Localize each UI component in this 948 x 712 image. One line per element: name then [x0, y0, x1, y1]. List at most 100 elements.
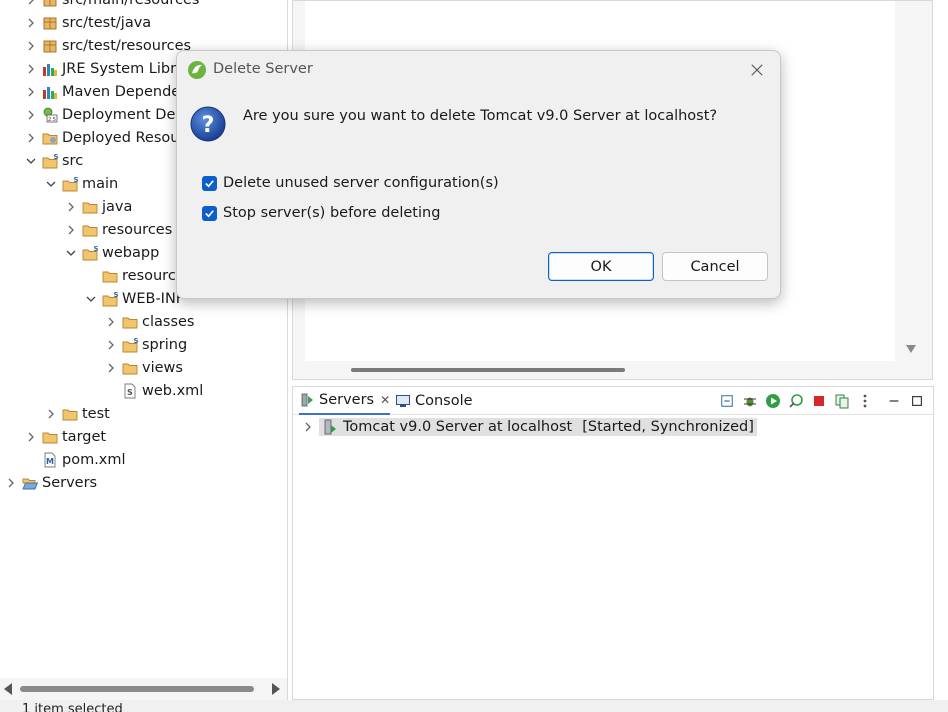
chevron-down-icon[interactable]	[44, 177, 58, 191]
minimize-icon[interactable]	[886, 393, 902, 409]
chevron-down-icon[interactable]	[84, 292, 98, 306]
tree-item-classes[interactable]: classes	[104, 310, 194, 333]
server-name: Tomcat v9.0 Server at localhost	[343, 419, 573, 435]
chevron-right-icon[interactable]	[24, 16, 38, 30]
tree-item-views[interactable]: views	[104, 356, 183, 379]
chevron-right-icon[interactable]	[64, 200, 78, 214]
svg-text:S: S	[54, 153, 59, 161]
source-folder-icon: S	[82, 245, 99, 261]
scroll-thumb[interactable]	[20, 686, 254, 692]
stop-server-icon[interactable]	[811, 393, 827, 409]
tree-item-pom-xml[interactable]: Mpom.xml	[24, 448, 126, 471]
collapse-all-icon[interactable]	[719, 393, 735, 409]
tree-item-src-main-resources[interactable]: src/main/resources	[24, 0, 199, 11]
scroll-left-arrow-icon[interactable]	[4, 683, 12, 695]
tree-item-web-xml[interactable]: Sweb.xml	[104, 379, 203, 402]
stop-server-checkbox[interactable]	[202, 205, 217, 221]
tab-servers[interactable]: Servers ✕	[299, 387, 391, 415]
chevron-right-icon[interactable]	[4, 476, 18, 490]
cancel-button[interactable]: Cancel	[662, 252, 768, 281]
deployment-descriptor-icon: 2.5	[42, 107, 58, 123]
chevron-right-icon[interactable]	[24, 39, 38, 53]
dialog-title: Delete Server	[213, 61, 313, 77]
tree-item-deployed-resou[interactable]: Deployed Resou	[24, 126, 179, 149]
debug-icon[interactable]	[742, 393, 758, 409]
folder-icon	[62, 406, 78, 422]
chevron-right-icon[interactable]	[24, 430, 38, 444]
chevron-right-icon[interactable]	[64, 223, 78, 237]
scroll-right-arrow-icon[interactable]	[272, 683, 280, 695]
chevron-right-icon[interactable]	[104, 338, 118, 352]
chevron-right-icon[interactable]	[24, 108, 38, 122]
scroll-down-arrow-icon[interactable]	[906, 345, 916, 353]
ok-button[interactable]: OK	[548, 252, 654, 281]
tree-item-jre-system-libra[interactable]: JRE System Libra	[24, 57, 185, 80]
delete-config-checkbox[interactable]	[202, 175, 217, 191]
tree-item-spring[interactable]: Sspring	[104, 333, 187, 356]
tab-console[interactable]: Console	[395, 387, 473, 415]
servers-view: Servers ✕ Console Tomcat v9.0 Server at …	[292, 386, 934, 700]
source-folder-icon: S	[62, 176, 79, 192]
tree-item-src[interactable]: Ssrc	[24, 149, 83, 172]
source-folder-icon: S	[122, 337, 139, 353]
tree-item-maven-depende[interactable]: Maven Depende	[24, 80, 180, 103]
tree-item-test[interactable]: test	[44, 402, 110, 425]
tree-item-main[interactable]: Smain	[44, 172, 118, 195]
tree-item-resources[interactable]: resources	[64, 218, 172, 241]
tree-item-resource[interactable]: resource	[84, 264, 185, 287]
chevron-down-icon[interactable]	[24, 154, 38, 168]
tree-item-src-test-java[interactable]: src/test/java	[24, 11, 151, 34]
tree-item-web-inf[interactable]: SWEB-INF	[84, 287, 184, 310]
tree-item-label: Deployed Resou	[62, 129, 180, 146]
chevron-right-icon[interactable]	[104, 361, 118, 375]
view-tab-bar: Servers ✕ Console	[293, 387, 933, 415]
server-row[interactable]: Tomcat v9.0 Server at localhost [Started…	[301, 416, 757, 438]
server-item-selected[interactable]: Tomcat v9.0 Server at localhost [Started…	[319, 418, 757, 436]
profile-icon[interactable]	[788, 393, 804, 409]
close-icon[interactable]	[746, 59, 768, 81]
chevron-right-icon[interactable]	[24, 0, 38, 7]
chevron-right-icon[interactable]	[24, 62, 38, 76]
chevron-right-icon[interactable]	[104, 315, 118, 329]
package-folder-icon	[42, 15, 58, 31]
svg-text:M: M	[46, 457, 54, 466]
chevron-right-icon[interactable]	[24, 131, 38, 145]
tree-item-target[interactable]: target	[24, 425, 106, 448]
chevron-down-icon[interactable]	[64, 246, 78, 260]
package-folder-icon	[42, 38, 58, 54]
delete-config-option[interactable]: Delete unused server configuration(s)	[202, 175, 499, 191]
tree-item-label: views	[142, 359, 183, 376]
tree-item-src-test-resources[interactable]: src/test/resources	[24, 34, 191, 57]
svg-text:2.5: 2.5	[48, 117, 56, 123]
tree-item-label: Deployment Des	[62, 106, 183, 123]
editor-horizontal-scroll-thumb[interactable]	[351, 368, 625, 372]
library-icon	[42, 84, 58, 100]
tree-item-label: src	[62, 152, 84, 169]
stop-server-option[interactable]: Stop server(s) before deleting	[202, 205, 440, 221]
start-server-icon[interactable]	[765, 393, 781, 409]
chevron-right-icon[interactable]	[44, 407, 58, 421]
tree-item-label: target	[62, 428, 107, 445]
tree-item-label: JRE System Libra	[62, 60, 185, 77]
view-menu-icon[interactable]	[857, 393, 873, 409]
tree-item-java[interactable]: java	[64, 195, 132, 218]
dialog-message: Are you sure you want to delete Tomcat v…	[243, 108, 718, 124]
tree-item-label: resources	[102, 221, 173, 238]
delete-server-dialog: Delete Server ? Are you sure you want to…	[176, 50, 781, 299]
tree-item-deployment-des[interactable]: 2.5 Deployment Des	[24, 103, 183, 126]
folder-icon	[82, 222, 98, 238]
tree-item-webapp[interactable]: Swebapp	[64, 241, 159, 264]
tree-item-servers[interactable]: Servers	[4, 471, 97, 494]
source-folder-icon: S	[42, 153, 59, 169]
tree-horizontal-scrollbar[interactable]	[0, 678, 287, 700]
chevron-right-icon[interactable]	[24, 85, 38, 99]
source-folder-icon: S	[102, 291, 119, 307]
svg-text:S: S	[94, 245, 99, 253]
publish-icon[interactable]	[834, 393, 850, 409]
maximize-icon[interactable]	[909, 393, 925, 409]
close-icon[interactable]: ✕	[380, 393, 390, 407]
deployed-resources-icon	[42, 130, 58, 146]
chevron-right-icon[interactable]	[301, 420, 315, 434]
